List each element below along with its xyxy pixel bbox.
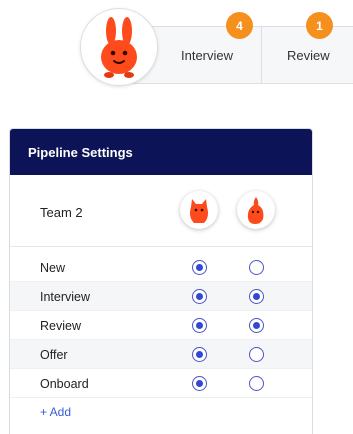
stage-row-offer: Offer xyxy=(10,340,312,369)
pipeline-settings-card: Pipeline Settings Team 2 New Interview R… xyxy=(9,128,313,434)
stage-radio-col2[interactable] xyxy=(249,260,264,275)
card-title: Pipeline Settings xyxy=(28,144,133,160)
stage-radio-col1[interactable] xyxy=(192,318,207,333)
stage-row-review: Review xyxy=(10,311,312,340)
stage-label: Review xyxy=(40,319,81,333)
stage-radio-col2[interactable] xyxy=(249,347,264,362)
stage-row-interview: Interview xyxy=(10,282,312,311)
fox-mascot-icon xyxy=(247,197,264,224)
user-avatar[interactable] xyxy=(80,8,158,86)
stage-radio-col2[interactable] xyxy=(249,376,264,391)
stage-label: New xyxy=(40,261,66,275)
stage-row-onboard: Onboard xyxy=(10,369,312,398)
stage-row-new: New xyxy=(10,253,312,282)
member-avatar-2[interactable] xyxy=(237,191,275,229)
stage-label: Offer xyxy=(40,348,68,362)
member-avatar-1[interactable] xyxy=(180,191,218,229)
team-row: Team 2 xyxy=(10,175,312,247)
tab-interview-label: Interview xyxy=(180,47,234,63)
tab-review-label: Review xyxy=(287,47,330,63)
tab-review[interactable]: Review 1 xyxy=(262,12,353,83)
add-stage-link[interactable]: + Add xyxy=(40,405,71,419)
stage-radio-col1[interactable] xyxy=(192,289,207,304)
stage-radio-col1[interactable] xyxy=(192,260,207,275)
rabbit-mascot-icon xyxy=(101,17,137,78)
stage-radio-col2[interactable] xyxy=(249,289,264,304)
team-label: Team 2 xyxy=(40,205,83,220)
stage-list: New Interview Review Offer Onboard xyxy=(10,253,312,398)
tab-interview-badge: 4 xyxy=(226,12,253,39)
stage-radio-col1[interactable] xyxy=(192,347,207,362)
stage-label: Interview xyxy=(40,290,91,304)
stage-tab-strip: Interview 4 Review 1 xyxy=(130,12,353,84)
tab-review-badge: 1 xyxy=(306,12,333,39)
stage-radio-col2[interactable] xyxy=(249,318,264,333)
dog-mascot-icon xyxy=(190,199,208,223)
stage-label: Onboard xyxy=(40,377,89,391)
card-header: Pipeline Settings xyxy=(10,129,312,175)
stage-radio-col1[interactable] xyxy=(192,376,207,391)
